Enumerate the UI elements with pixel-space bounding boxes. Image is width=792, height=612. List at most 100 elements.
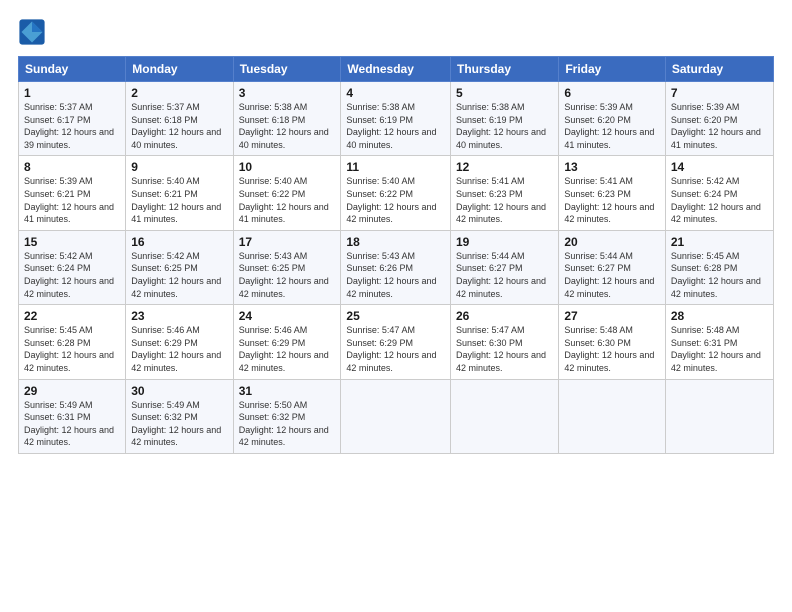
day-number: 8 — [24, 160, 120, 174]
day-info: Sunrise: 5:41 AMSunset: 6:23 PMDaylight:… — [456, 176, 546, 224]
calendar-cell: 20 Sunrise: 5:44 AMSunset: 6:27 PMDayligh… — [559, 230, 666, 304]
day-number: 4 — [346, 86, 445, 100]
day-number: 15 — [24, 235, 120, 249]
day-number: 24 — [239, 309, 336, 323]
header — [18, 18, 774, 46]
day-number: 22 — [24, 309, 120, 323]
calendar-cell: 4 Sunrise: 5:38 AMSunset: 6:19 PMDaylight… — [341, 82, 451, 156]
calendar-cell: 5Sunrise: 5:38 AMSunset: 6:19 PMDaylight… — [451, 82, 559, 156]
day-number: 21 — [671, 235, 768, 249]
day-number: 31 — [239, 384, 336, 398]
day-info: Sunrise: 5:47 AMSunset: 6:29 PMDaylight:… — [346, 325, 436, 373]
day-number: 29 — [24, 384, 120, 398]
day-info: Sunrise: 5:46 AMSunset: 6:29 PMDaylight:… — [131, 325, 221, 373]
calendar-cell: 29 Sunrise: 5:49 AMSunset: 6:31 PMDayligh… — [19, 379, 126, 453]
day-number: 28 — [671, 309, 768, 323]
calendar-header-friday: Friday — [559, 57, 666, 82]
calendar-cell: 17 Sunrise: 5:43 AMSunset: 6:25 PMDayligh… — [233, 230, 341, 304]
calendar-header-thursday: Thursday — [451, 57, 559, 82]
logo — [18, 18, 50, 46]
day-info: Sunrise: 5:46 AMSunset: 6:29 PMDaylight:… — [239, 325, 329, 373]
calendar-cell: 21 Sunrise: 5:45 AMSunset: 6:28 PMDayligh… — [665, 230, 773, 304]
calendar-header-monday: Monday — [126, 57, 233, 82]
calendar-week-row: 22 Sunrise: 5:45 AMSunset: 6:28 PMDayligh… — [19, 305, 774, 379]
day-info: Sunrise: 5:45 AMSunset: 6:28 PMDaylight:… — [671, 251, 761, 299]
day-info: Sunrise: 5:48 AMSunset: 6:31 PMDaylight:… — [671, 325, 761, 373]
calendar-cell: 24 Sunrise: 5:46 AMSunset: 6:29 PMDayligh… — [233, 305, 341, 379]
day-number: 27 — [564, 309, 660, 323]
calendar-cell: 14 Sunrise: 5:42 AMSunset: 6:24 PMDayligh… — [665, 156, 773, 230]
day-info: Sunrise: 5:45 AMSunset: 6:28 PMDaylight:… — [24, 325, 114, 373]
day-number: 26 — [456, 309, 553, 323]
calendar-cell: 10 Sunrise: 5:40 AMSunset: 6:22 PMDayligh… — [233, 156, 341, 230]
calendar-cell: 12 Sunrise: 5:41 AMSunset: 6:23 PMDayligh… — [451, 156, 559, 230]
calendar-cell: 25 Sunrise: 5:47 AMSunset: 6:29 PMDayligh… — [341, 305, 451, 379]
day-number: 5 — [456, 86, 553, 100]
calendar-header-wednesday: Wednesday — [341, 57, 451, 82]
calendar-cell: 2 Sunrise: 5:37 AMSunset: 6:18 PMDaylight… — [126, 82, 233, 156]
calendar-cell: 1 Sunrise: 5:37 AMSunset: 6:17 PMDaylight… — [19, 82, 126, 156]
calendar-cell: 26 Sunrise: 5:47 AMSunset: 6:30 PMDayligh… — [451, 305, 559, 379]
day-number: 16 — [131, 235, 227, 249]
calendar-header-saturday: Saturday — [665, 57, 773, 82]
day-info: Sunrise: 5:42 AMSunset: 6:24 PMDaylight:… — [671, 176, 761, 224]
day-info: Sunrise: 5:40 AMSunset: 6:21 PMDaylight:… — [131, 176, 221, 224]
day-number: 23 — [131, 309, 227, 323]
day-number: 11 — [346, 160, 445, 174]
day-number: 7 — [671, 86, 768, 100]
calendar-cell: 27 Sunrise: 5:48 AMSunset: 6:30 PMDayligh… — [559, 305, 666, 379]
day-number: 17 — [239, 235, 336, 249]
day-info: Sunrise: 5:44 AMSunset: 6:27 PMDaylight:… — [564, 251, 654, 299]
calendar-cell: 7 Sunrise: 5:39 AMSunset: 6:20 PMDaylight… — [665, 82, 773, 156]
day-number: 13 — [564, 160, 660, 174]
calendar-cell — [451, 379, 559, 453]
calendar-cell: 16 Sunrise: 5:42 AMSunset: 6:25 PMDayligh… — [126, 230, 233, 304]
calendar-cell: 3 Sunrise: 5:38 AMSunset: 6:18 PMDaylight… — [233, 82, 341, 156]
day-number: 19 — [456, 235, 553, 249]
calendar-cell: 31 Sunrise: 5:50 AMSunset: 6:32 PMDayligh… — [233, 379, 341, 453]
calendar-cell: 19 Sunrise: 5:44 AMSunset: 6:27 PMDayligh… — [451, 230, 559, 304]
day-info: Sunrise: 5:43 AMSunset: 6:25 PMDaylight:… — [239, 251, 329, 299]
logo-icon — [18, 18, 46, 46]
day-info: Sunrise: 5:47 AMSunset: 6:30 PMDaylight:… — [456, 325, 546, 373]
day-info: Sunrise: 5:37 AMSunset: 6:18 PMDaylight:… — [131, 102, 221, 150]
calendar-header-sunday: Sunday — [19, 57, 126, 82]
calendar-cell — [559, 379, 666, 453]
day-number: 12 — [456, 160, 553, 174]
calendar-week-row: 29 Sunrise: 5:49 AMSunset: 6:31 PMDayligh… — [19, 379, 774, 453]
calendar-cell: 28 Sunrise: 5:48 AMSunset: 6:31 PMDayligh… — [665, 305, 773, 379]
calendar-week-row: 1 Sunrise: 5:37 AMSunset: 6:17 PMDaylight… — [19, 82, 774, 156]
day-info: Sunrise: 5:41 AMSunset: 6:23 PMDaylight:… — [564, 176, 654, 224]
calendar-cell: 13 Sunrise: 5:41 AMSunset: 6:23 PMDayligh… — [559, 156, 666, 230]
day-number: 9 — [131, 160, 227, 174]
calendar-week-row: 15Sunrise: 5:42 AMSunset: 6:24 PMDayligh… — [19, 230, 774, 304]
calendar-cell: 9 Sunrise: 5:40 AMSunset: 6:21 PMDaylight… — [126, 156, 233, 230]
day-info: Sunrise: 5:37 AMSunset: 6:17 PMDaylight:… — [24, 102, 114, 150]
day-info: Sunrise: 5:48 AMSunset: 6:30 PMDaylight:… — [564, 325, 654, 373]
day-number: 3 — [239, 86, 336, 100]
calendar-cell — [665, 379, 773, 453]
day-info: Sunrise: 5:43 AMSunset: 6:26 PMDaylight:… — [346, 251, 436, 299]
day-info: Sunrise: 5:49 AMSunset: 6:32 PMDaylight:… — [131, 400, 221, 448]
day-info: Sunrise: 5:42 AMSunset: 6:25 PMDaylight:… — [131, 251, 221, 299]
day-info: Sunrise: 5:49 AMSunset: 6:31 PMDaylight:… — [24, 400, 114, 448]
calendar-cell — [341, 379, 451, 453]
day-number: 20 — [564, 235, 660, 249]
day-info: Sunrise: 5:44 AMSunset: 6:27 PMDaylight:… — [456, 251, 546, 299]
day-info: Sunrise: 5:50 AMSunset: 6:32 PMDaylight:… — [239, 400, 329, 448]
page: SundayMondayTuesdayWednesdayThursdayFrid… — [0, 0, 792, 612]
day-number: 18 — [346, 235, 445, 249]
day-info: Sunrise: 5:38 AMSunset: 6:18 PMDaylight:… — [239, 102, 329, 150]
day-number: 25 — [346, 309, 445, 323]
day-number: 14 — [671, 160, 768, 174]
day-info: Sunrise: 5:38 AMSunset: 6:19 PMDaylight:… — [346, 102, 436, 150]
day-number: 6 — [564, 86, 660, 100]
day-number: 10 — [239, 160, 336, 174]
calendar-cell: 22 Sunrise: 5:45 AMSunset: 6:28 PMDayligh… — [19, 305, 126, 379]
day-info: Sunrise: 5:40 AMSunset: 6:22 PMDaylight:… — [239, 176, 329, 224]
calendar-cell: 30Sunrise: 5:49 AMSunset: 6:32 PMDayligh… — [126, 379, 233, 453]
calendar-cell: 15Sunrise: 5:42 AMSunset: 6:24 PMDayligh… — [19, 230, 126, 304]
day-number: 1 — [24, 86, 120, 100]
day-info: Sunrise: 5:39 AMSunset: 6:20 PMDaylight:… — [671, 102, 761, 150]
day-number: 2 — [131, 86, 227, 100]
